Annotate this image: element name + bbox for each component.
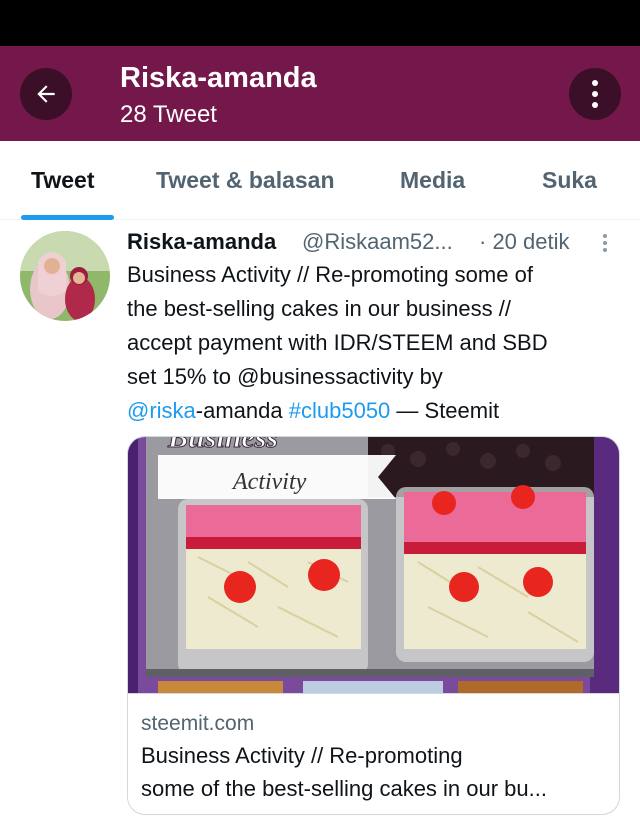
tweet-text-line: the best-selling cakes in our business /… [127,296,511,321]
tweet-count: 28 Tweet [120,101,217,128]
more-vertical-icon [592,80,598,86]
arrow-left-icon [37,85,55,103]
tweet-header: Riska-amanda @Riskaam52... · 20 detik [127,229,617,259]
author-name[interactable]: Riska-amanda [127,229,276,255]
link-preview-card[interactable]: Business Activity steemit.com Business A… [127,436,620,815]
tweet[interactable]: Riska-amanda @Riskaam52... · 20 detik Bu… [0,221,640,832]
back-button[interactable] [20,68,72,120]
mention-rest: -amanda [195,398,289,423]
profile-header: Riska-amanda 28 Tweet [0,46,640,141]
tweet-text-line: set 15% to @businessactivity by [127,364,443,389]
card-domain: steemit.com [141,712,255,735]
hashtag-link[interactable]: #club5050 [289,398,391,423]
status-bar [0,0,640,46]
card-title: Business Activity // Re-promoting [141,743,463,768]
tweet-timestamp[interactable]: · 20 detik [479,229,570,255]
card-meta: steemit.com Business Activity // Re-prom… [128,693,619,814]
mention-link[interactable]: @riska [127,398,196,423]
tweet-text-line: @riska-amanda #club5050 — Steemit [127,394,622,428]
avatar[interactable] [20,231,110,321]
tab-tweet[interactable]: Tweet [31,167,94,194]
card-image: Business Activity [128,437,619,693]
author-handle[interactable]: @Riskaam52... [302,229,453,255]
profile-tabs: Tweet Tweet & balasan Media Suka [0,141,640,220]
more-options-button[interactable] [569,68,621,120]
tab-tweet-replies[interactable]: Tweet & balasan [156,167,335,194]
tab-likes[interactable]: Suka [542,167,597,194]
tweet-tail: — Steemit [390,398,500,423]
tab-media[interactable]: Media [400,167,465,194]
active-tab-indicator [21,215,114,220]
tweet-more-icon[interactable] [597,229,613,257]
tweet-text-line: accept payment with IDR/STEEM and SBD [127,330,548,355]
tweet-text-line: Business Activity // Re-promoting some o… [127,262,533,287]
card-image-title: Business [167,437,278,454]
card-image-subtitle: Activity [231,469,307,495]
profile-name: Riska-amanda [120,62,317,94]
tweet-text: Business Activity // Re-promoting some o… [127,258,622,428]
card-title: some of the best-selling cakes in our bu… [141,776,547,801]
